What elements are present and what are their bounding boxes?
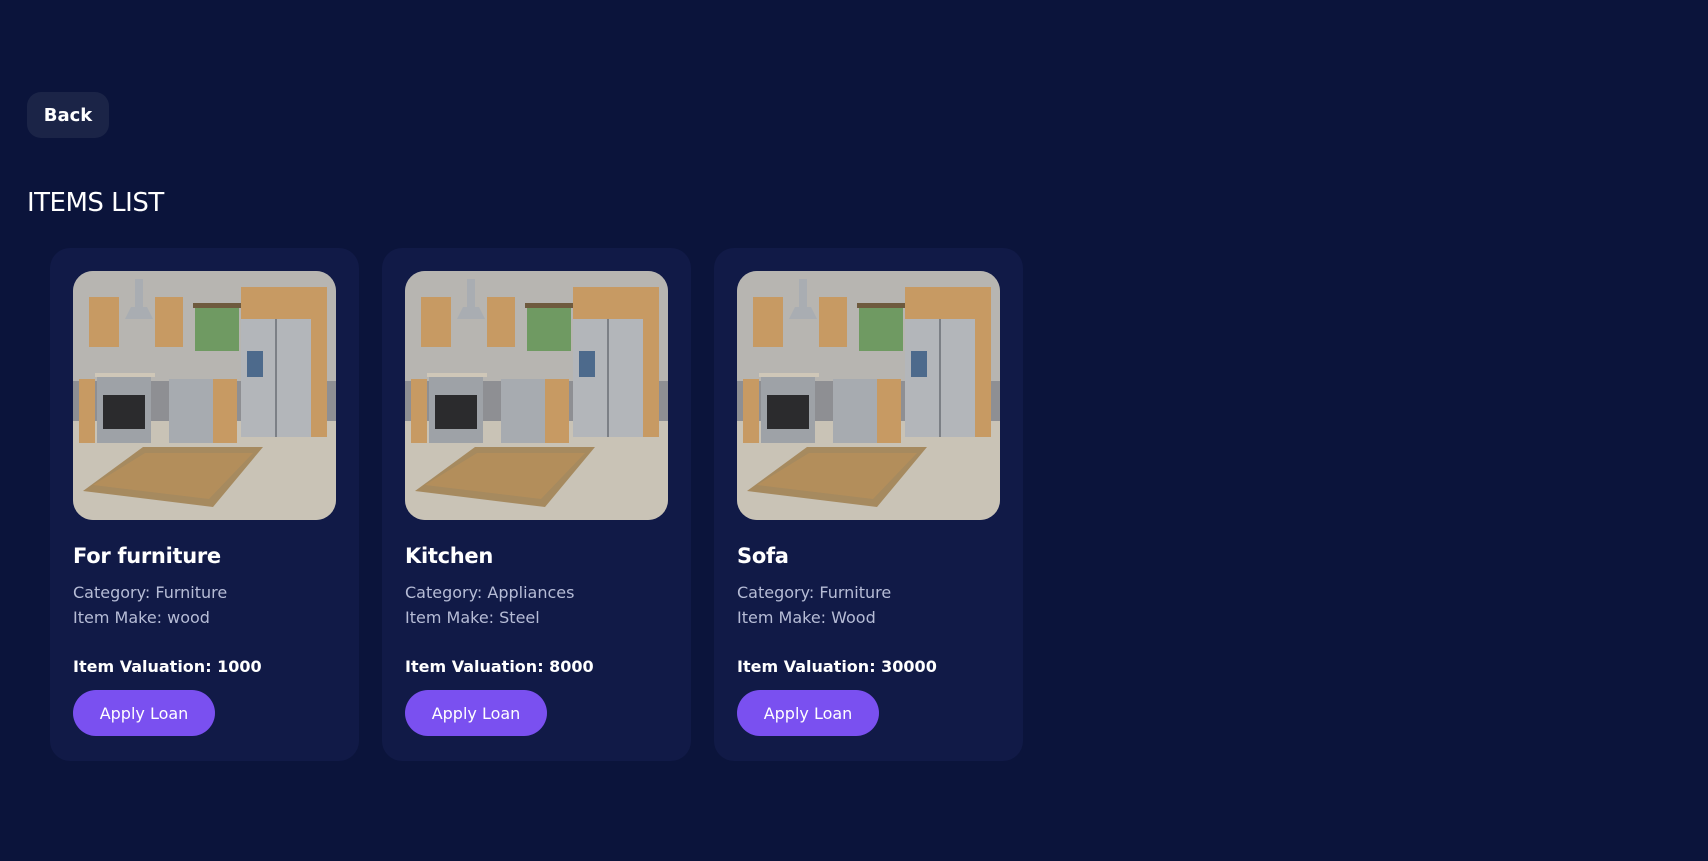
item-valuation: Item Valuation: 8000 [405, 657, 594, 676]
apply-loan-button[interactable]: Apply Loan [73, 690, 215, 736]
back-button[interactable]: Back [27, 92, 109, 138]
item-card: Sofa Category: Furniture Item Make: Wood… [714, 248, 1023, 761]
item-valuation: Item Valuation: 1000 [73, 657, 262, 676]
page-title: ITEMS LIST [27, 188, 164, 218]
kitchen-image [405, 271, 668, 520]
item-card: For furniture Category: Furniture Item M… [50, 248, 359, 761]
kitchen-image [73, 271, 336, 520]
item-category: Category: Furniture [73, 583, 228, 602]
item-name: Sofa [737, 544, 789, 568]
item-category: Category: Appliances [405, 583, 575, 602]
item-card: Kitchen Category: Appliances Item Make: … [382, 248, 691, 761]
item-valuation: Item Valuation: 30000 [737, 657, 937, 676]
item-make: Item Make: Wood [737, 608, 876, 627]
items-grid: For furniture Category: Furniture Item M… [50, 248, 1023, 761]
item-category: Category: Furniture [737, 583, 892, 602]
item-name: For furniture [73, 544, 221, 568]
apply-loan-button[interactable]: Apply Loan [405, 690, 547, 736]
item-name: Kitchen [405, 544, 494, 568]
page: Back ITEMS LIST For furniture Category: … [0, 0, 1708, 861]
item-make: Item Make: wood [73, 608, 210, 627]
kitchen-image [737, 271, 1000, 520]
apply-loan-button[interactable]: Apply Loan [737, 690, 879, 736]
item-make: Item Make: Steel [405, 608, 540, 627]
